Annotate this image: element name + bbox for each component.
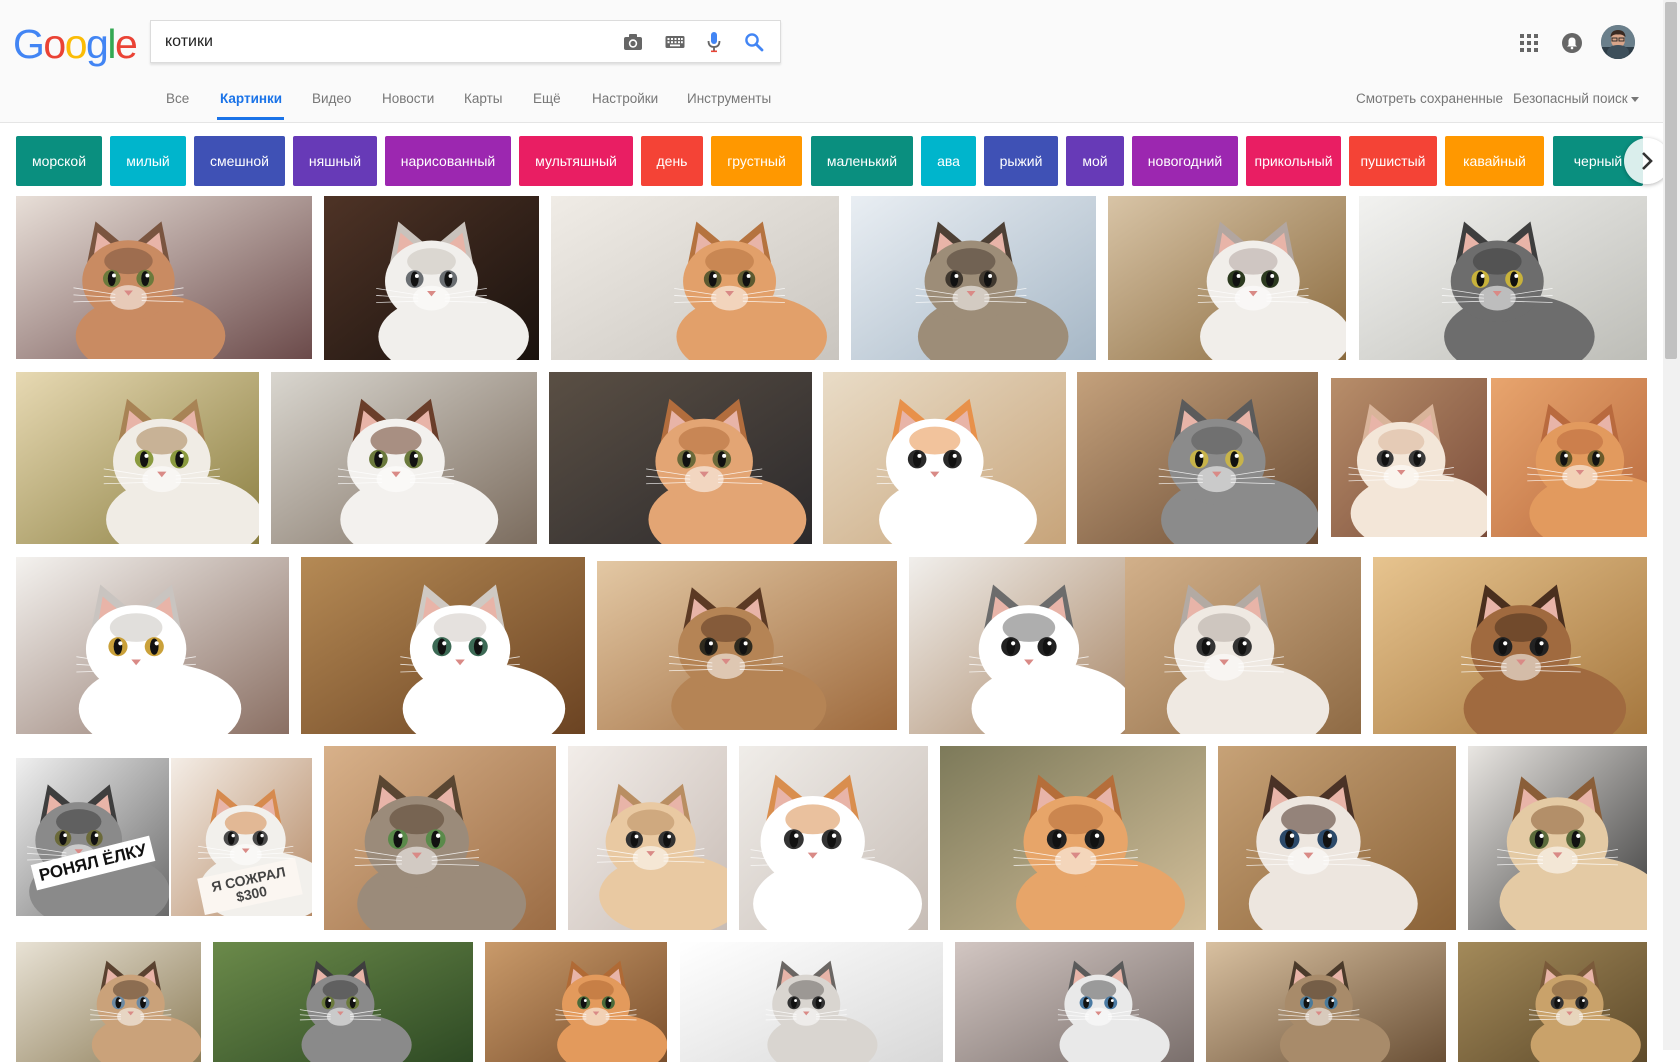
apps-grid-icon[interactable] <box>1512 26 1546 60</box>
scrollbar-thumb[interactable] <box>1665 2 1677 359</box>
tab-images[interactable]: Картинки <box>220 91 282 106</box>
image-result[interactable] <box>739 746 928 930</box>
chip-prikolniy[interactable]: прикольный <box>1246 136 1341 186</box>
chip-malenkiy[interactable]: маленький <box>811 136 913 186</box>
chip-morskoy[interactable]: морской <box>16 136 102 186</box>
image-result[interactable] <box>1359 196 1647 360</box>
saved-images-link[interactable]: Смотреть сохраненные <box>1356 91 1503 106</box>
chip-multyashniy[interactable]: мультяшный <box>519 136 633 186</box>
search-input[interactable] <box>165 21 605 62</box>
google-logo[interactable]: Google <box>13 20 138 68</box>
tab-tools[interactable]: Инструменты <box>687 91 771 106</box>
image-result[interactable] <box>16 372 259 544</box>
chip-kavayniy[interactable]: кавайный <box>1445 136 1544 186</box>
image-result[interactable] <box>1206 942 1446 1062</box>
search-tabs: Все Картинки Видео Новости Карты Ещё Нас… <box>0 84 1680 122</box>
chip-novogodniy[interactable]: новогодний <box>1132 136 1238 186</box>
tab-all[interactable]: Все <box>166 91 189 106</box>
image-result[interactable] <box>955 942 1194 1062</box>
image-result[interactable] <box>16 758 169 916</box>
image-result[interactable] <box>1468 746 1647 930</box>
header: Google Все Картинки Видео Новости Карты … <box>0 0 1680 123</box>
image-result[interactable] <box>271 372 537 544</box>
chip-nyashniy[interactable]: няшный <box>293 136 377 186</box>
image-result[interactable] <box>213 942 473 1062</box>
image-result[interactable] <box>485 942 667 1062</box>
logo-letter: G <box>13 21 45 67</box>
search-box <box>150 20 781 63</box>
chip-miliy[interactable]: милый <box>110 136 186 186</box>
image-result[interactable] <box>16 196 312 359</box>
microphone-icon[interactable] <box>703 31 725 53</box>
image-result[interactable] <box>549 372 812 544</box>
search-icon[interactable] <box>743 31 765 53</box>
active-tab-indicator <box>217 117 284 120</box>
keyboard-icon[interactable] <box>664 31 686 53</box>
chip-smeshnoy[interactable]: смешной <box>194 136 285 186</box>
image-result[interactable] <box>1125 557 1361 734</box>
chevron-right-icon <box>1642 152 1653 170</box>
tab-maps[interactable]: Карты <box>464 91 502 106</box>
image-result[interactable] <box>324 746 556 930</box>
image-result[interactable] <box>301 557 585 734</box>
image-result[interactable] <box>171 758 312 916</box>
chip-ryzhiy[interactable]: рыжий <box>984 136 1058 186</box>
notifications-icon[interactable] <box>1555 26 1589 60</box>
image-result[interactable] <box>851 196 1096 360</box>
image-result[interactable] <box>324 196 539 360</box>
tab-news[interactable]: Новости <box>382 91 434 106</box>
image-result[interactable] <box>568 746 727 930</box>
chip-narisovanniy[interactable]: нарисованный <box>385 136 511 186</box>
image-result[interactable] <box>1458 942 1647 1062</box>
image-result[interactable] <box>1373 557 1647 734</box>
image-result[interactable] <box>16 557 289 734</box>
caret-down-icon <box>1630 96 1639 102</box>
image-result[interactable] <box>909 557 1127 734</box>
chip-moy[interactable]: мой <box>1066 136 1124 186</box>
tab-more[interactable]: Ещё <box>533 91 561 106</box>
logo-letter: g <box>86 21 109 67</box>
image-result[interactable] <box>1331 378 1487 537</box>
chip-pushistiy[interactable]: пушистый <box>1349 136 1437 186</box>
logo-letter: l <box>107 21 116 67</box>
safe-search-dropdown[interactable]: Безопасный поиск <box>1513 91 1639 106</box>
image-result[interactable] <box>551 196 839 360</box>
chip-den[interactable]: день <box>641 136 703 186</box>
camera-icon[interactable] <box>622 31 644 53</box>
image-result[interactable] <box>940 746 1206 930</box>
related-chips: морской милый смешной няшный нарисованны… <box>16 136 1652 186</box>
image-result[interactable] <box>680 942 943 1062</box>
image-result[interactable] <box>1218 746 1456 930</box>
image-result[interactable] <box>16 942 201 1062</box>
image-result[interactable] <box>597 561 897 730</box>
safe-search-label: Безопасный поиск <box>1513 91 1628 106</box>
image-result[interactable] <box>1077 372 1318 544</box>
avatar[interactable] <box>1601 25 1635 59</box>
logo-letter: o <box>43 21 66 67</box>
image-result[interactable] <box>1491 378 1647 537</box>
chip-ava[interactable]: ава <box>921 136 976 186</box>
tab-settings[interactable]: Настройки <box>592 91 658 106</box>
image-result[interactable] <box>1108 196 1346 360</box>
chip-grustniy[interactable]: грустный <box>711 136 802 186</box>
tab-video[interactable]: Видео <box>312 91 351 106</box>
logo-letter: o <box>64 21 88 67</box>
logo-letter: e <box>114 21 138 67</box>
image-result[interactable] <box>823 372 1066 544</box>
